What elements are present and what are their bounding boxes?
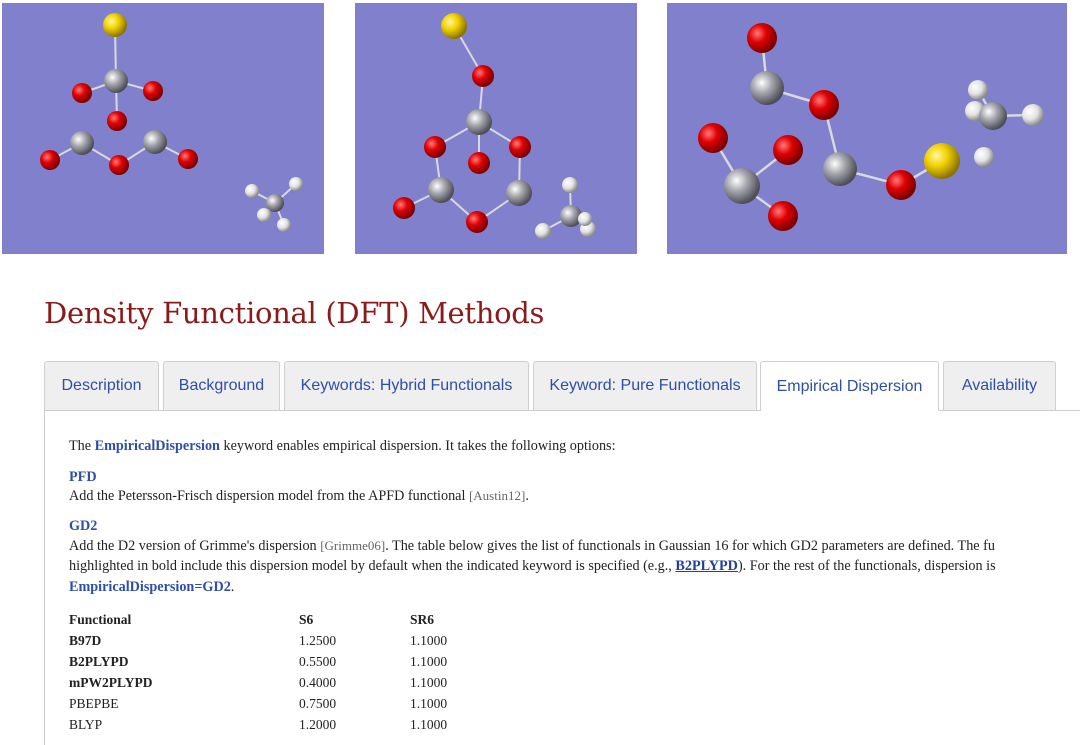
s6-value: 0.7500 xyxy=(299,696,337,711)
option-gd2-text-line2: highlighted in bold include this dispers… xyxy=(69,558,676,574)
table-row: PBEPBE 0.7500 1.1000 xyxy=(69,693,490,714)
intro-paragraph: The EmpiricalDispersion keyword enables … xyxy=(69,436,616,457)
molecule-image-3 xyxy=(667,3,1067,254)
intro-text-after: keyword enables empirical dispersion. It… xyxy=(219,438,616,454)
s6-value: 0.4000 xyxy=(299,675,337,690)
gd2-parameters-table: Functional S6 SR6 B97D 1.2500 1.1000 B2P… xyxy=(69,609,490,735)
table-header-row: Functional S6 SR6 xyxy=(69,609,490,630)
intro-text-before: The xyxy=(69,438,95,454)
option-gd2-name: GD2 xyxy=(69,518,98,534)
citation-austin12[interactable]: [Austin12] xyxy=(469,488,525,503)
option-pfd-description: Add the Petersson-Frisch dispersion mode… xyxy=(69,485,529,507)
page-title: Density Functional (DFT) Methods xyxy=(44,296,545,330)
option-gd2-description-line1: Add the D2 version of Grimme's dispersio… xyxy=(69,535,995,557)
s6-value: 0.5500 xyxy=(299,654,337,669)
tab-description[interactable]: Description xyxy=(44,361,159,410)
column-header-s6: S6 xyxy=(299,612,314,627)
tab-panel-empirical-dispersion: The EmpiricalDispersion keyword enables … xyxy=(44,411,1080,745)
table-row: BLYP 1.2000 1.1000 xyxy=(69,714,490,735)
column-header-functional: Functional xyxy=(69,612,132,627)
option-gd2-text-line2-end: ). For the rest of the functionals, disp… xyxy=(737,558,996,574)
functional-name: PBEPBE xyxy=(69,696,119,711)
tab-availability[interactable]: Availability xyxy=(943,361,1056,410)
functional-name: mPW2PLYPD xyxy=(69,675,153,690)
functional-name: B2PLYPD xyxy=(69,654,129,669)
molecule-structure-1 xyxy=(40,13,303,232)
empirical-dispersion-keyword[interactable]: EmpiricalDispersion xyxy=(95,438,220,454)
empirical-dispersion-gd2-keyword[interactable]: EmpiricalDispersion=GD2 xyxy=(69,579,231,595)
functional-name: BLYP xyxy=(69,717,103,732)
molecule-image-2 xyxy=(355,3,637,254)
column-header-sr6: SR6 xyxy=(410,612,435,627)
option-gd2-description-line2: highlighted in bold include this dispers… xyxy=(69,556,996,577)
molecule-image-1 xyxy=(2,3,324,254)
option-gd2-description-line3: EmpiricalDispersion=GD2. xyxy=(69,577,234,598)
tab-keyword-pure-functionals[interactable]: Keyword: Pure Functionals xyxy=(533,361,757,410)
molecule-structure-3 xyxy=(698,23,1044,231)
option-gd2-text-line3-end: . xyxy=(230,579,235,595)
citation-grimme06[interactable]: [Grimme06] xyxy=(320,538,385,553)
table-row: mPW2PLYPD 0.4000 1.1000 xyxy=(69,672,490,693)
table-row: B2PLYPD 0.5500 1.1000 xyxy=(69,651,490,672)
option-gd2-text: Add the D2 version of Grimme's dispersio… xyxy=(69,538,321,554)
sr6-value: 1.1000 xyxy=(410,675,448,690)
option-gd2-text-cont: . The table below gives the list of func… xyxy=(385,538,995,554)
tab-bar: Description Background Keywords: Hybrid … xyxy=(44,361,1080,411)
b2plypd-link[interactable]: B2PLYPD xyxy=(675,558,738,574)
sr6-value: 1.1000 xyxy=(410,717,448,732)
sr6-value: 1.1000 xyxy=(410,696,448,711)
sr6-value: 1.1000 xyxy=(410,654,448,669)
option-pfd-text-end: . xyxy=(525,488,529,504)
tab-keywords-hybrid-functionals[interactable]: Keywords: Hybrid Functionals xyxy=(284,361,529,410)
functional-name: B97D xyxy=(69,633,102,648)
tab-empirical-dispersion[interactable]: Empirical Dispersion xyxy=(760,361,939,411)
molecule-structure-2 xyxy=(393,13,596,239)
s6-value: 1.2000 xyxy=(299,717,337,732)
sr6-value: 1.1000 xyxy=(410,633,448,648)
s6-value: 1.2500 xyxy=(299,633,337,648)
option-pfd-text: Add the Petersson-Frisch dispersion mode… xyxy=(69,488,469,504)
table-row: B97D 1.2500 1.1000 xyxy=(69,630,490,651)
tab-background[interactable]: Background xyxy=(163,361,280,410)
